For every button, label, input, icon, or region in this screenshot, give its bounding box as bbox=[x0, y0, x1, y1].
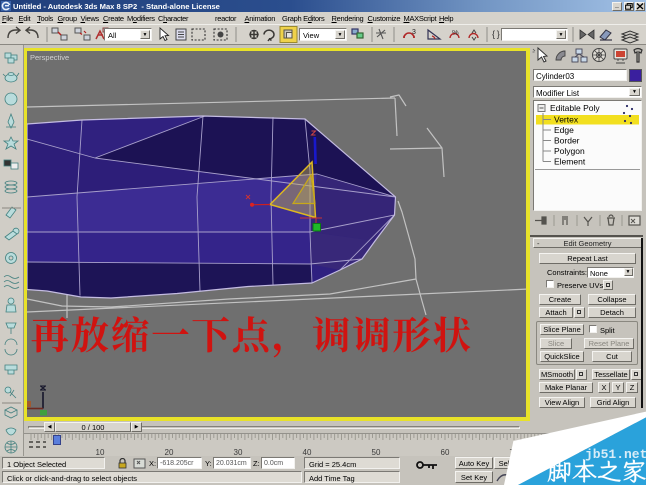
svg-text:Edge: Edge bbox=[554, 125, 574, 135]
svg-text:jb51.net: jb51.net bbox=[585, 447, 646, 462]
svg-text:%: % bbox=[452, 28, 459, 37]
svg-text:Border: Border bbox=[554, 136, 580, 146]
svg-text:Editable Poly: Editable Poly bbox=[550, 103, 600, 113]
svg-text:Vertex: Vertex bbox=[554, 115, 579, 125]
svg-text:Element: Element bbox=[554, 157, 586, 167]
svg-text:Polygon: Polygon bbox=[554, 146, 585, 156]
svg-text:Perspective: Perspective bbox=[30, 53, 69, 62]
svg-text:3: 3 bbox=[412, 29, 416, 36]
svg-text:{ }: { } bbox=[492, 29, 500, 39]
